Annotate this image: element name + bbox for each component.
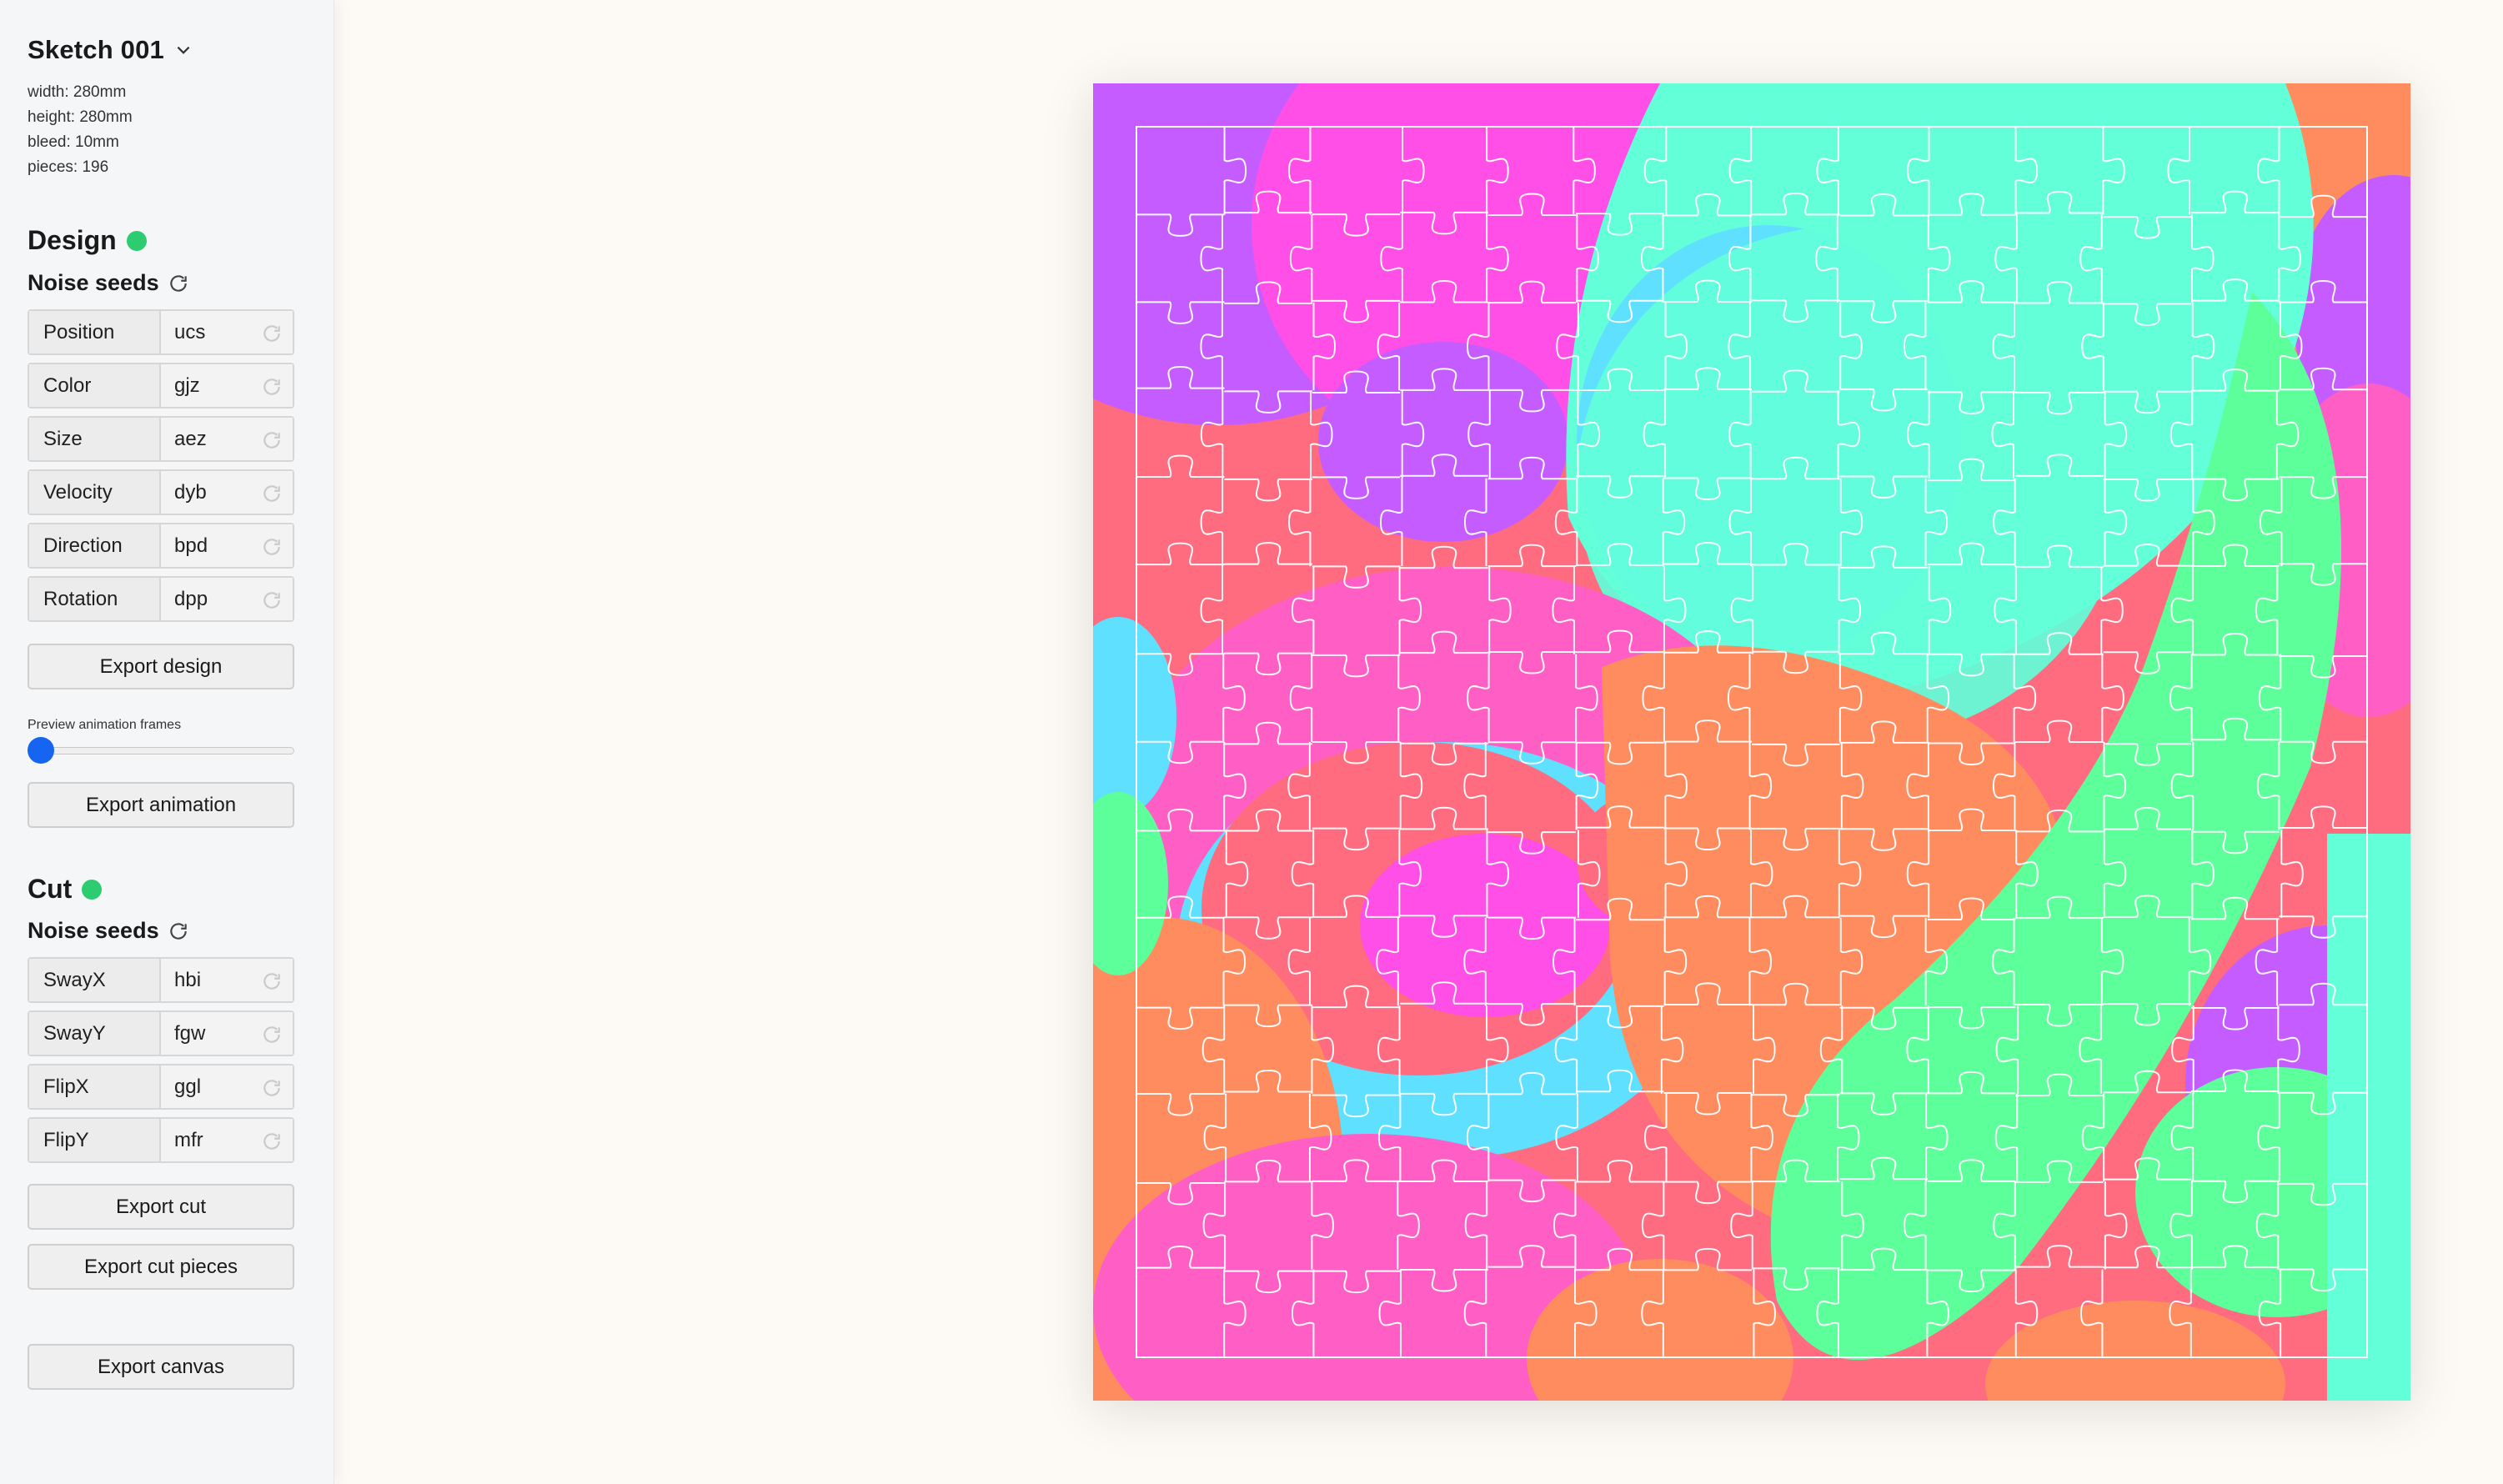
seed-value-input[interactable]: ucs [161, 311, 293, 353]
export-design-button[interactable]: Export design [28, 644, 294, 689]
seed-label: FlipX [29, 1065, 161, 1108]
seed-value[interactable]: bpd [174, 534, 208, 558]
seed-value[interactable]: ucs [174, 321, 205, 344]
design-status-dot [126, 230, 147, 251]
seed-value-input[interactable]: mfr [161, 1119, 293, 1161]
meta-width: width: 280mm [28, 83, 127, 101]
cut-seed-row-flipy: FlipY mfr [28, 1117, 294, 1163]
slider-track[interactable] [28, 747, 294, 755]
seed-value-input[interactable]: gjz [161, 364, 293, 407]
puzzle-artwork[interactable] [1093, 83, 2410, 1401]
design-noise-heading-label: Noise seeds [28, 270, 159, 295]
refresh-seed-icon[interactable] [261, 1024, 283, 1045]
shape-mint-rightedge [2327, 834, 2410, 1401]
export-animation-button[interactable]: Export animation [28, 782, 294, 828]
seed-value[interactable]: mfr [174, 1129, 203, 1152]
cut-heading: Cut [28, 874, 103, 905]
seed-value-input[interactable]: aez [161, 418, 293, 460]
design-seed-row-velocity: Velocity dyb [28, 469, 294, 515]
seed-label: Rotation [29, 578, 161, 620]
export-cut-button[interactable]: Export cut [28, 1184, 294, 1230]
seed-value[interactable]: aez [174, 428, 207, 451]
preview-frames-slider[interactable] [28, 737, 294, 764]
seed-value[interactable]: dpp [174, 588, 208, 611]
sidebar: Sketch 001 width: 280mm height: 280mm bl… [0, 0, 334, 1484]
design-seed-row-position: Position ucs [28, 309, 294, 355]
meta-height: height: 280mm [28, 108, 133, 126]
seed-value[interactable]: gjz [174, 374, 200, 398]
cut-noise-heading: Noise seeds [28, 918, 189, 944]
seed-label: Color [29, 364, 161, 407]
export-cut-pieces-button[interactable]: Export cut pieces [28, 1244, 294, 1290]
design-heading: Design [28, 225, 147, 256]
seed-label: SwayX [29, 959, 161, 1001]
seed-value-input[interactable]: bpd [161, 524, 293, 567]
refresh-seed-icon[interactable] [261, 376, 283, 398]
seed-value-input[interactable]: ggl [161, 1065, 293, 1108]
design-noise-heading: Noise seeds [28, 270, 189, 296]
seed-value[interactable]: dyb [174, 481, 207, 504]
meta-pieces: pieces: 196 [28, 158, 109, 176]
sketch-selector[interactable]: Sketch 001 [28, 32, 193, 68]
refresh-seed-icon[interactable] [261, 970, 283, 992]
design-seed-row-rotation: Rotation dpp [28, 576, 294, 622]
meta-bleed: bleed: 10mm [28, 133, 119, 151]
sketch-title[interactable]: Sketch 001 [28, 35, 164, 65]
seed-value[interactable]: ggl [174, 1075, 201, 1099]
refresh-seed-icon[interactable] [261, 1131, 283, 1152]
seed-value-input[interactable]: hbi [161, 959, 293, 1001]
cut-seed-row-swayx: SwayX hbi [28, 957, 294, 1003]
canvas-area [334, 0, 2503, 1484]
refresh-seed-icon[interactable] [261, 429, 283, 451]
design-seed-row-size: Size aez [28, 416, 294, 462]
seed-label: FlipY [29, 1119, 161, 1161]
design-heading-label: Design [28, 225, 117, 255]
cut-seed-row-swayy: SwayY fgw [28, 1010, 294, 1056]
chevron-down-icon[interactable] [174, 41, 193, 59]
refresh-seed-icon[interactable] [261, 1077, 283, 1099]
refresh-seed-icon[interactable] [261, 589, 283, 611]
refresh-seed-icon[interactable] [261, 536, 283, 558]
cut-seed-row-flipx: FlipX ggl [28, 1064, 294, 1110]
seed-value-input[interactable]: dyb [161, 471, 293, 514]
seed-label: SwayY [29, 1012, 161, 1055]
seed-value-input[interactable]: fgw [161, 1012, 293, 1055]
cut-noise-heading-label: Noise seeds [28, 918, 159, 943]
refresh-all-design-icon[interactable] [168, 273, 189, 294]
refresh-seed-icon[interactable] [261, 323, 283, 344]
export-canvas-button[interactable]: Export canvas [28, 1344, 294, 1390]
preview-frames-label: Preview animation frames [28, 718, 182, 732]
design-seed-row-color: Color gjz [28, 363, 294, 409]
artwork-svg [1093, 83, 2410, 1401]
seed-label: Velocity [29, 471, 161, 514]
seed-label: Direction [29, 524, 161, 567]
cut-heading-label: Cut [28, 874, 73, 904]
refresh-seed-icon[interactable] [261, 483, 283, 504]
refresh-all-cut-icon[interactable] [168, 920, 189, 942]
cut-status-dot [82, 879, 103, 900]
design-seed-row-direction: Direction bpd [28, 523, 294, 569]
slider-thumb[interactable] [28, 737, 54, 764]
seed-value[interactable]: fgw [174, 1022, 205, 1045]
seed-label: Size [29, 418, 161, 460]
seed-value-input[interactable]: dpp [161, 578, 293, 620]
seed-value[interactable]: hbi [174, 969, 201, 992]
seed-label: Position [29, 311, 161, 353]
